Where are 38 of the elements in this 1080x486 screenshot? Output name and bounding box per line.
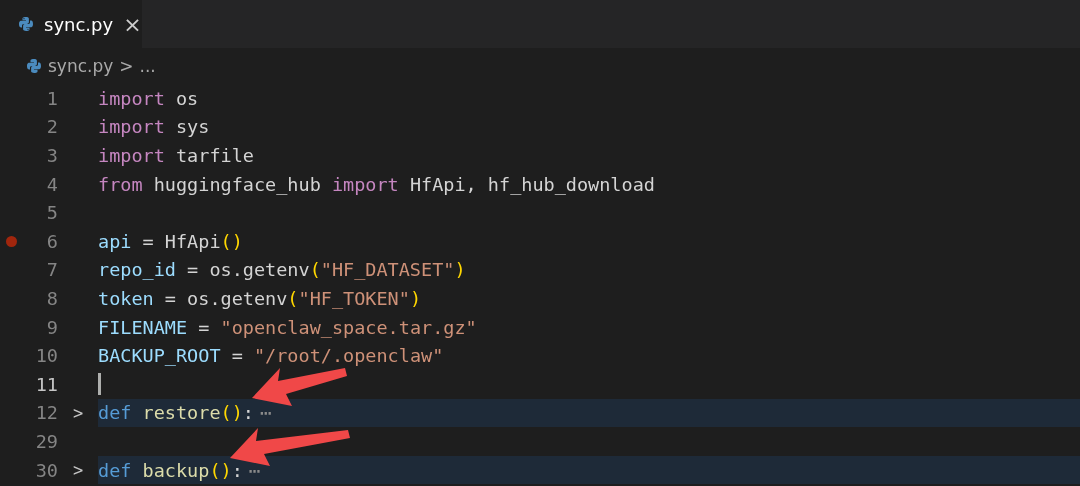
close-icon[interactable]: × — [123, 11, 142, 37]
line-number: 5 — [45, 202, 58, 224]
line-number: 7 — [45, 259, 58, 281]
breadcrumb-item[interactable]: sync.py — [48, 56, 114, 76]
breadcrumb-separator: > — [119, 56, 134, 76]
code-line: def backup(): — [98, 459, 243, 481]
line-number: 1 — [45, 87, 58, 109]
python-icon — [18, 16, 34, 32]
line-number: 9 — [45, 316, 58, 338]
code-line: repo_id = os.getenv("HF_DATASET") — [98, 259, 466, 281]
code-line: import tarfile — [98, 145, 254, 166]
line-number: 12 — [34, 402, 58, 424]
folded-ellipsis[interactable]: ⋯ — [259, 402, 272, 424]
python-icon — [26, 58, 42, 74]
line-number: 4 — [45, 173, 58, 195]
fold-chevron-icon[interactable]: > — [72, 402, 84, 423]
breakpoint-icon[interactable] — [6, 235, 17, 247]
line-number: 8 — [45, 287, 58, 309]
line-number: 29 — [34, 430, 58, 452]
editor-tab[interactable]: sync.py × — [0, 0, 142, 48]
tab-label: sync.py — [44, 13, 114, 35]
code-line: BACKUP_ROOT = "/root/.openclaw" — [98, 345, 444, 367]
line-number: 3 — [45, 145, 58, 166]
line-number: 2 — [45, 116, 58, 138]
code-line: from huggingface_hub import HfApi, hf_hub_download — [98, 173, 655, 195]
code-line: api = HfApi() — [98, 230, 243, 252]
folded-ellipsis[interactable]: ⋯ — [248, 459, 260, 481]
line-number: 10 — [34, 345, 58, 367]
fold-chevron-icon[interactable]: > — [72, 460, 84, 480]
code-line: import sys — [98, 116, 210, 138]
line-number: 30 — [34, 459, 58, 481]
breadcrumb-item[interactable]: ... — [139, 56, 156, 76]
code-line: def restore(): — [98, 402, 254, 424]
code-line: import os — [98, 87, 199, 109]
code-line: FILENAME = "openclaw_space.tar.gz" — [98, 316, 477, 338]
code-line: token = os.getenv("HF_TOKEN") — [98, 287, 422, 309]
line-number: 6 — [45, 230, 58, 252]
line-number: 11 — [34, 373, 58, 395]
